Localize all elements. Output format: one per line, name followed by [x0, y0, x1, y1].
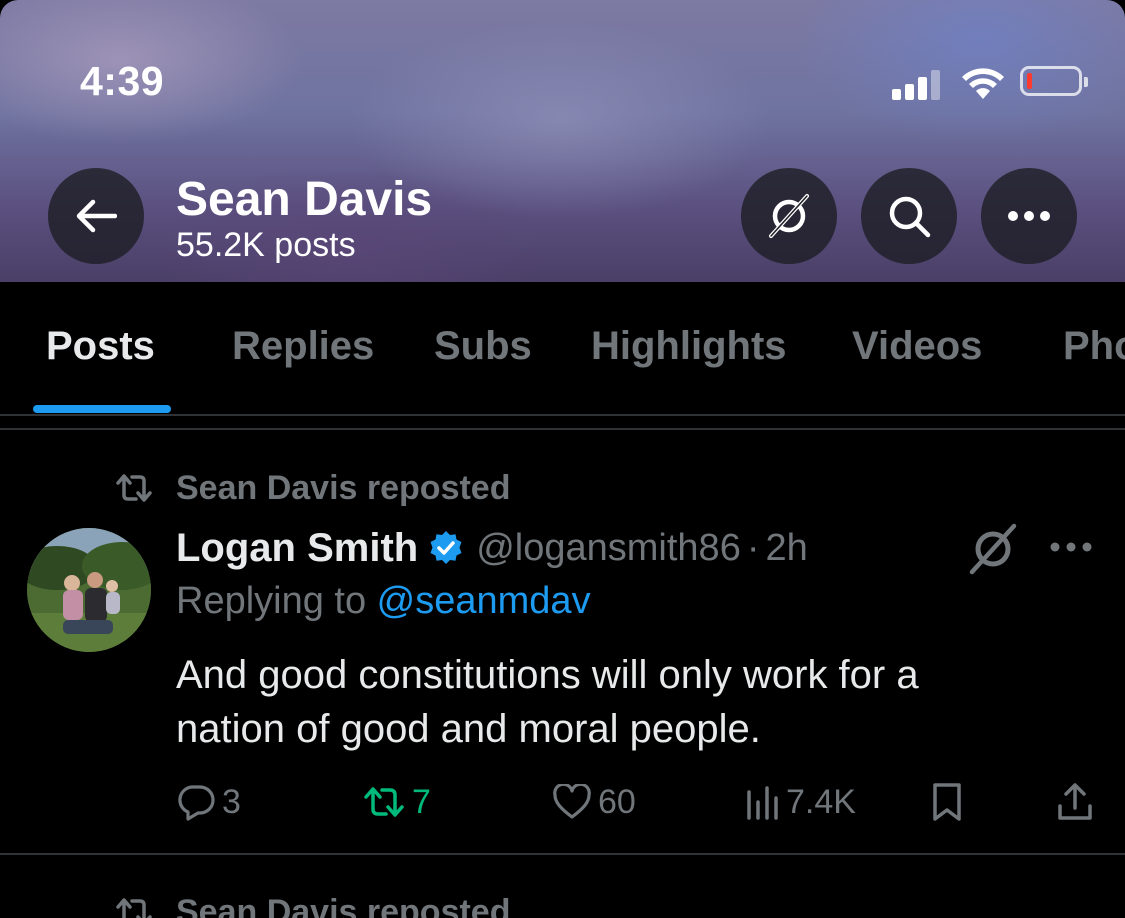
tab-videos[interactable]: Videos: [852, 324, 982, 369]
tabs-divider: [0, 414, 1125, 416]
views-count: 7.4K: [786, 782, 856, 821]
tab-highlights[interactable]: Highlights: [591, 324, 787, 369]
tab-posts[interactable]: Posts: [46, 324, 155, 369]
reply-icon: [178, 785, 215, 821]
post-timestamp[interactable]: 2h: [765, 527, 807, 570]
back-button[interactable]: [48, 168, 144, 264]
search-button[interactable]: [861, 168, 957, 264]
grok-icon: [769, 194, 809, 238]
reply-button[interactable]: 3: [176, 778, 241, 826]
more-icon: [1008, 211, 1050, 221]
grok-button[interactable]: [741, 168, 837, 264]
status-bar: 4:39: [0, 0, 1125, 160]
post-text-line: nation of good and moral people.: [176, 707, 761, 751]
feed-top-divider: [0, 428, 1125, 430]
profile-tabs: Posts Replies Subs Highlights Videos Pho…: [0, 282, 1125, 414]
post-text: And good constitutions will only work fo…: [176, 648, 1076, 756]
grok-icon[interactable]: [966, 522, 1020, 576]
heart-icon: [553, 784, 591, 819]
active-tab-indicator: [33, 405, 171, 413]
repost-context: Sean Davis reposted: [114, 466, 510, 510]
search-icon: [889, 196, 931, 238]
more-options-button[interactable]: [981, 168, 1077, 264]
repost-button[interactable]: 7: [362, 778, 431, 826]
replying-prefix: Replying to: [176, 580, 377, 622]
tab-replies[interactable]: Replies: [232, 324, 374, 369]
avatar-photo: [27, 528, 151, 652]
battery-low-icon: [1020, 66, 1088, 96]
reply-count: 3: [222, 782, 241, 821]
repost-icon: [116, 474, 152, 502]
post-text-line: And good constitutions will only work fo…: [176, 653, 919, 697]
back-arrow-icon: [76, 199, 117, 233]
profile-screen: 4:39 Sean Davis 55.2K posts Posts Replie…: [0, 0, 1125, 918]
repost-icon: [116, 898, 152, 918]
verified-badge-icon: [430, 531, 462, 564]
repost-icon: [364, 787, 404, 817]
like-count: 60: [598, 782, 636, 821]
replying-to: Replying to @seanmdav: [176, 580, 591, 623]
views-chart-icon: [747, 786, 778, 820]
share-icon: [1058, 783, 1092, 820]
meta-separator: ·: [746, 526, 760, 569]
avatar[interactable]: [27, 528, 151, 652]
post-header: Logan Smith @logansmith86 · 2h: [176, 520, 808, 576]
wifi-icon: [962, 68, 1004, 99]
repost-label: Sean Davis reposted: [176, 892, 511, 918]
post-divider: [0, 853, 1125, 855]
post-actions: 3 7 60 7.4K: [0, 778, 1125, 826]
post-more-icon[interactable]: [1046, 530, 1096, 564]
bookmark-button[interactable]: [930, 778, 964, 826]
tab-photos[interactable]: Photos: [1063, 324, 1125, 369]
repost-label: Sean Davis reposted: [176, 468, 511, 507]
status-time: 4:39: [80, 58, 165, 104]
views-button[interactable]: 7.4K: [744, 778, 856, 826]
repost-count: 7: [412, 782, 431, 821]
author-name[interactable]: Logan Smith: [176, 526, 418, 571]
like-button[interactable]: 60: [552, 778, 636, 826]
author-handle[interactable]: @logansmith86: [476, 527, 741, 570]
tab-subs[interactable]: Subs: [434, 324, 532, 369]
cellular-signal-icon: [892, 70, 942, 100]
share-button[interactable]: [1056, 778, 1094, 826]
profile-name: Sean Davis: [176, 173, 433, 226]
repost-context: Sean Davis reposted: [114, 890, 510, 918]
bookmark-icon: [933, 783, 961, 821]
profile-post-count: 55.2K posts: [176, 226, 356, 264]
profile-header-banner: 4:39 Sean Davis 55.2K posts: [0, 0, 1125, 282]
reply-mention-link[interactable]: @seanmdav: [377, 580, 591, 622]
